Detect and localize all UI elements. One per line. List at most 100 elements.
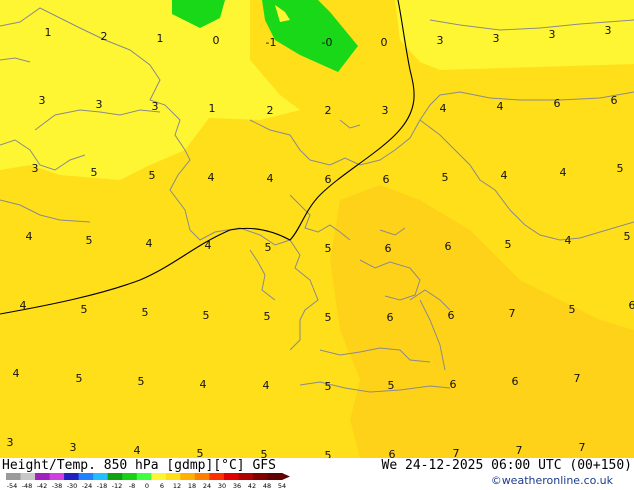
temperature-label: 1 [45, 26, 52, 39]
temperature-label: 4 [440, 102, 447, 115]
temperature-label: 5 [203, 309, 210, 322]
color-scale-tick-label: -8 [129, 482, 135, 489]
temperature-label: 5 [81, 303, 88, 316]
temperature-label: 0 [213, 34, 220, 47]
color-scale-swatch [64, 473, 80, 480]
color-scale-tick-label: -24 [82, 482, 93, 489]
temperature-label: 7 [509, 307, 516, 320]
temperature-label: 3 [605, 24, 612, 37]
color-scale-swatch [6, 473, 22, 480]
color-scale-tick-label: 42 [248, 482, 256, 489]
temperature-label: 6 [325, 173, 332, 186]
color-scale-tick-label: 30 [218, 482, 226, 489]
temperature-label: 5 [505, 238, 512, 251]
color-scale-tick-label: 54 [278, 482, 286, 489]
color-scale-swatch [107, 473, 123, 480]
temperature-label: 5 [138, 375, 145, 388]
temperature-label: 3 [32, 162, 39, 175]
color-scale-swatch [35, 473, 51, 480]
color-scale-tick-label: -18 [97, 482, 108, 489]
temperature-label: 2 [267, 104, 274, 117]
temperature-label: 3 [382, 104, 389, 117]
temperature-label: 7 [453, 447, 460, 458]
color-scale-tick-label: -30 [67, 482, 78, 489]
color-scale-tick-label: -54 [7, 482, 18, 489]
temperature-label: 4 [20, 299, 27, 312]
color-scale-swatch [223, 473, 239, 480]
temperature-label: 6 [383, 173, 390, 186]
temperature-label: 3 [437, 34, 444, 47]
temperature-label: 7 [574, 372, 581, 385]
temperature-label: 6 [448, 309, 455, 322]
temperature-label: 4 [146, 237, 153, 250]
temperature-label: 5 [86, 234, 93, 247]
color-scale-swatch [122, 473, 138, 480]
color-scale-swatch [267, 473, 283, 480]
temperature-label: 1 [209, 102, 216, 115]
temperature-label: 3 [7, 436, 14, 449]
color-scale-tick-label: -48 [22, 482, 33, 489]
temperature-label: 1 [157, 32, 164, 45]
temperature-label: 3 [152, 100, 159, 113]
temperature-label: 6 [629, 299, 634, 312]
color-scale-swatch [209, 473, 225, 480]
temperature-label: 5 [442, 171, 449, 184]
temperature-label: 5 [91, 166, 98, 179]
color-scale-tick-label: -12 [112, 482, 123, 489]
temperature-label: 5 [624, 230, 631, 243]
weather-map: 1 2 1 0 -1 -0 0 3 3 3 3 3 3 3 1 2 2 3 4 4 6 6 3 5 5 4 4 6 6 5 4 4 5 4 5 4 4 5… [0, 0, 634, 458]
color-scale-swatch [180, 473, 196, 480]
temperature-label: 2 [101, 30, 108, 43]
temperature-label: 3 [493, 32, 500, 45]
color-scale-swatch [252, 473, 268, 480]
temperature-label: 4 [205, 239, 212, 252]
temperature-label: 4 [501, 169, 508, 182]
temperature-label: 6 [385, 242, 392, 255]
temperature-label: 4 [26, 230, 33, 243]
scale-right-arrow-icon [282, 473, 290, 480]
temperature-label: -1 [266, 36, 277, 49]
temperature-label: 6 [512, 375, 519, 388]
map-title: Height/Temp. 850 hPa [gdmp][°C] GFS [2, 458, 276, 473]
color-scale: -54 -48 -42 -38 -30 -24 -18 -12 -8 0 6 12 18 24 30 36 42… [6, 473, 290, 489]
temperature-label: 5 [388, 379, 395, 392]
color-scale-tick-label: 48 [263, 482, 271, 489]
credit-link[interactable]: ©weatheronline.co.uk [491, 474, 613, 487]
temperature-label: 4 [267, 172, 274, 185]
temperature-label: -0 [322, 36, 333, 49]
temperature-label: 6 [387, 311, 394, 324]
temperature-label: 5 [264, 310, 271, 323]
map-canvas: 1 2 1 0 -1 -0 0 3 3 3 3 3 3 3 1 2 2 3 4 4 6 6 3 5 5 4 4 6 6 5 4 4 5 4 5 4 4 5… [0, 0, 634, 458]
color-scale-swatch [194, 473, 210, 480]
color-scale-swatch [151, 473, 167, 480]
temperature-label: 6 [611, 94, 618, 107]
color-scale-tick-label: 6 [160, 482, 164, 489]
temperature-label: 4 [497, 100, 504, 113]
color-scale-tick-label: 0 [145, 482, 149, 489]
temperature-label: 5 [325, 242, 332, 255]
forecast-datetime: We 24-12-2025 06:00 UTC (00+150) [381, 458, 632, 473]
color-scale-tick-label: -38 [52, 482, 63, 489]
color-scale-tick-label: 24 [203, 482, 211, 489]
temperature-label: 5 [265, 241, 272, 254]
temperature-label: 7 [516, 444, 523, 457]
temperature-label: 4 [263, 379, 270, 392]
temperature-label: 6 [445, 240, 452, 253]
temperature-label: 3 [96, 98, 103, 111]
color-scale-swatch [49, 473, 65, 480]
color-scale-tick-label: 12 [173, 482, 181, 489]
temperature-label: 6 [389, 448, 396, 458]
temperature-label: 5 [149, 169, 156, 182]
map-footer: Height/Temp. 850 hPa [gdmp][°C] GFS We 2… [0, 458, 634, 490]
temperature-label: 0 [381, 36, 388, 49]
temperature-label: 2 [325, 104, 332, 117]
color-scale-tick-label: -42 [37, 482, 48, 489]
temperature-label: 4 [134, 444, 141, 457]
color-scale-swatch [165, 473, 181, 480]
temperature-label: 4 [560, 166, 567, 179]
temperature-label: 3 [549, 28, 556, 41]
color-scale-bar [6, 473, 290, 480]
color-scale-swatch [93, 473, 109, 480]
temperature-label: 4 [565, 234, 572, 247]
temperature-label: 5 [325, 380, 332, 393]
